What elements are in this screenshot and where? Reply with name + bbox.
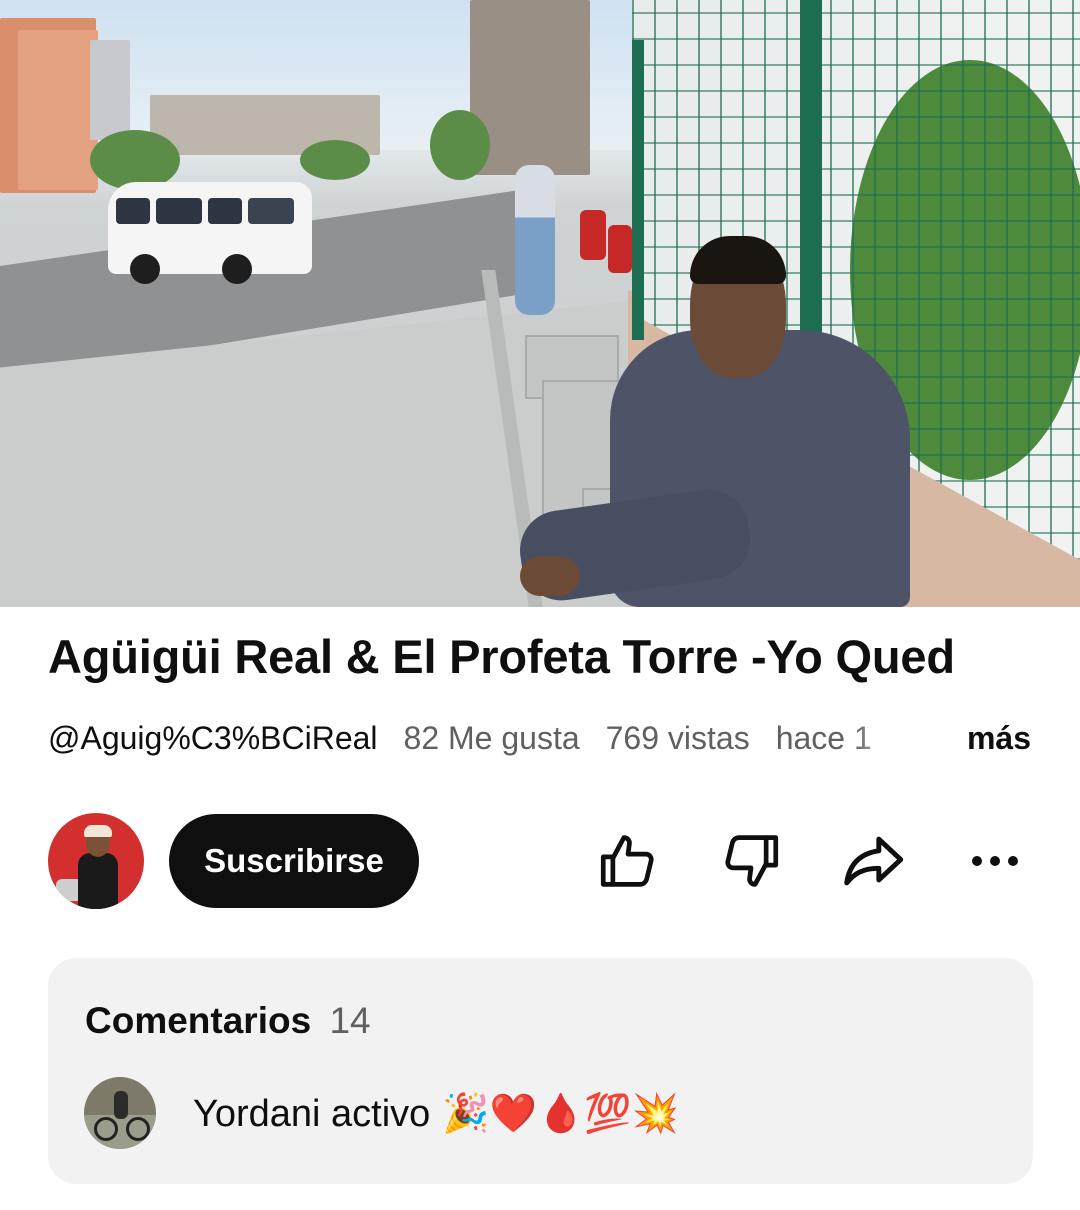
video-meta[interactable]: @Aguig%C3%BCiReal 82 Me gusta 769 vistas…	[48, 718, 1033, 758]
video-player[interactable]	[0, 0, 1080, 607]
video-child	[580, 210, 606, 260]
more-options-icon	[972, 856, 1018, 866]
commenter-avatar	[84, 1077, 156, 1149]
video-person-hand	[520, 556, 580, 596]
video-child	[608, 225, 632, 273]
fence-post	[632, 40, 644, 340]
video-pedestrian	[515, 165, 555, 315]
video-tree	[300, 140, 370, 180]
thumbs-up-icon	[600, 835, 654, 887]
comments-section[interactable]: Comentarios 14 Yordani activo 🎉❤️🩸💯💥	[48, 958, 1033, 1184]
dislike-button[interactable]	[716, 826, 786, 896]
channel-avatar[interactable]	[48, 813, 144, 909]
van-wheel	[222, 254, 252, 284]
video-building	[90, 40, 130, 140]
share-icon	[844, 836, 904, 886]
more-link[interactable]: más	[967, 718, 1033, 758]
fence-post	[800, 0, 822, 340]
video-tree	[430, 110, 490, 180]
like-count: 82 Me gusta	[403, 720, 580, 756]
video-title[interactable]: Agüigüi Real & El Profeta Torre -Yo Qued	[48, 630, 1033, 684]
more-options-button[interactable]	[960, 826, 1030, 896]
video-van	[108, 182, 312, 284]
comments-count: 14	[329, 1000, 371, 1041]
van-window	[156, 198, 202, 224]
like-button[interactable]	[593, 826, 663, 896]
van-window	[208, 198, 242, 224]
van-wheel	[130, 254, 160, 284]
avatar-cap	[84, 825, 112, 837]
top-comment-text: Yordani activo	[193, 1093, 431, 1135]
thumbs-down-icon	[725, 835, 779, 887]
commenter-avatar-rider	[114, 1091, 128, 1119]
channel-handle[interactable]: @Aguig%C3%BCiReal	[48, 718, 378, 758]
upload-age: hace 1	[775, 720, 872, 756]
share-button[interactable]	[838, 826, 908, 896]
view-count: 769 vistas	[605, 720, 750, 756]
action-row: Suscribirse	[48, 812, 1033, 910]
top-comment-emoji: 🎉❤️🩸💯💥	[442, 1091, 679, 1135]
comments-header: Comentarios 14	[85, 998, 371, 1044]
van-windshield	[248, 198, 294, 224]
top-comment: Yordani activo 🎉❤️🩸💯💥	[193, 1088, 679, 1139]
van-window	[116, 198, 150, 224]
comments-title: Comentarios	[85, 1000, 312, 1041]
commenter-avatar-wheel	[94, 1117, 118, 1141]
commenter-avatar-wheel	[126, 1117, 150, 1141]
subscribe-button[interactable]: Suscribirse	[169, 814, 419, 908]
avatar-figure	[78, 853, 118, 909]
video-tree	[90, 130, 180, 190]
video-building	[18, 30, 98, 190]
